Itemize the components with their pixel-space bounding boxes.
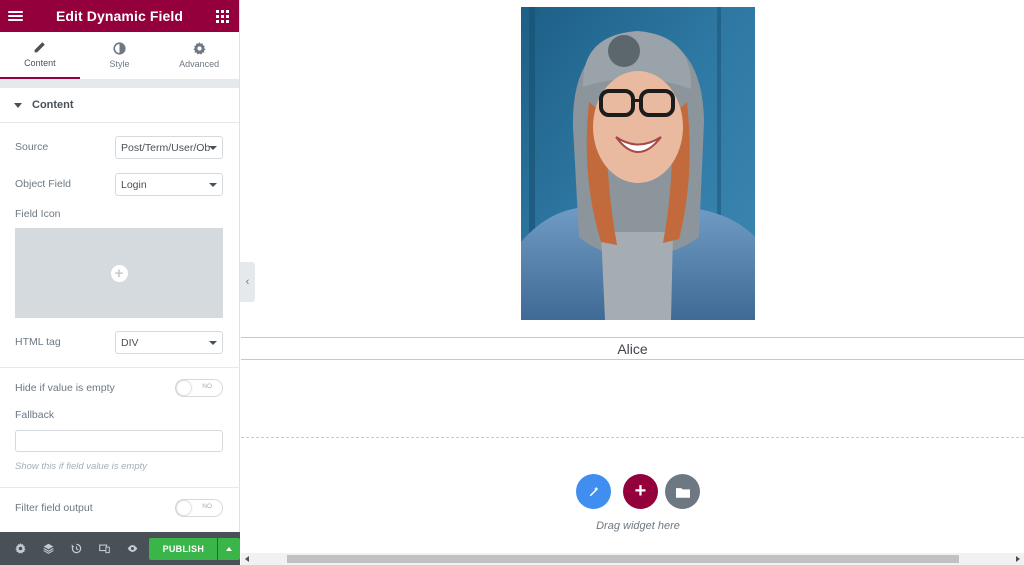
html-tag-value: DIV (121, 336, 139, 349)
folder-icon (675, 487, 690, 498)
tab-style[interactable]: Style (80, 32, 160, 79)
chevron-left-icon: ‹ (245, 276, 250, 288)
add-icon: + (110, 264, 128, 282)
profile-image (521, 7, 755, 320)
source-label: Source (15, 141, 49, 153)
tab-advanced[interactable]: Advanced (159, 32, 239, 79)
hide-if-empty-label: Hide if value is empty (15, 382, 115, 394)
tabs-separator (0, 80, 239, 88)
fallback-input[interactable] (15, 430, 223, 452)
caret-down-icon (14, 102, 22, 108)
chevron-down-icon (209, 183, 217, 187)
object-field-select[interactable]: Login (115, 173, 223, 196)
pencil-icon (34, 42, 46, 53)
html-tag-label: HTML tag (15, 336, 61, 348)
add-section-button[interactable]: + (623, 474, 658, 509)
panel-tabs: Content Style Advanced (0, 32, 239, 80)
portrait-photo (521, 7, 755, 320)
contrast-icon (113, 42, 126, 55)
divider (0, 487, 240, 488)
fallback-label: Fallback (15, 409, 55, 421)
preview-eye-icon[interactable] (118, 532, 146, 565)
scroll-left-icon[interactable] (245, 556, 249, 562)
caret-up-icon (226, 546, 233, 551)
grid-icon[interactable] (216, 9, 229, 23)
toggle-knob (177, 501, 191, 515)
filter-output-label: Filter field output (15, 502, 93, 514)
toggle-state-text: NO (202, 383, 212, 390)
publish-button[interactable]: PUBLISH (149, 537, 218, 560)
drag-widget-hint: Drag widget here (596, 520, 680, 532)
publish-options-button[interactable] (218, 537, 241, 560)
fallback-help-text: Show this if field value is empty (15, 461, 148, 472)
object-field-value: Login (121, 178, 147, 191)
hamburger-icon[interactable] (8, 10, 23, 22)
collapse-panel-handle[interactable]: ‹ (240, 262, 255, 302)
history-icon[interactable] (62, 532, 90, 565)
drop-zone-border (241, 437, 1024, 438)
toggle-state-text: NO (202, 503, 212, 510)
editor-panel: Edit Dynamic Field Content Style Advance… (0, 0, 241, 565)
chevron-down-icon (209, 341, 217, 345)
section-toggle-content[interactable]: Content (0, 88, 239, 123)
source-value: Post/Term/User/Ob (121, 141, 211, 154)
add-template-button[interactable] (665, 474, 700, 509)
section-title: Content (32, 99, 74, 111)
settings-icon[interactable] (6, 532, 34, 565)
source-select[interactable]: Post/Term/User/Ob (115, 136, 223, 159)
plus-icon: + (634, 480, 647, 502)
layers-icon[interactable] (34, 532, 62, 565)
object-field-label: Object Field (15, 178, 72, 190)
tab-advanced-label: Advanced (179, 59, 220, 69)
scroll-right-icon[interactable] (1016, 556, 1020, 562)
divider (0, 367, 240, 368)
magic-wand-icon (589, 486, 598, 496)
scroll-thumb[interactable] (287, 555, 959, 563)
html-tag-select[interactable]: DIV (115, 331, 223, 354)
tab-style-label: Style (109, 59, 130, 69)
horizontal-scrollbar[interactable] (241, 553, 1024, 565)
dynamic-field-login[interactable]: Alice (241, 337, 1024, 360)
panel-title: Edit Dynamic Field (55, 8, 184, 24)
toggle-knob (177, 381, 191, 395)
gear-icon (192, 42, 206, 55)
panel-footer: PUBLISH (0, 532, 241, 565)
tab-content-label: Content (24, 58, 56, 68)
responsive-icon[interactable] (90, 532, 118, 565)
hide-if-empty-toggle[interactable]: NO (175, 379, 223, 397)
tab-content[interactable]: Content (0, 32, 80, 79)
field-icon-label: Field Icon (15, 208, 61, 220)
filter-output-toggle[interactable]: NO (175, 499, 223, 517)
chevron-down-icon (209, 146, 217, 150)
panel-header: Edit Dynamic Field (0, 0, 239, 32)
ai-magic-button[interactable] (576, 474, 611, 509)
field-icon-picker[interactable]: + (15, 228, 223, 318)
